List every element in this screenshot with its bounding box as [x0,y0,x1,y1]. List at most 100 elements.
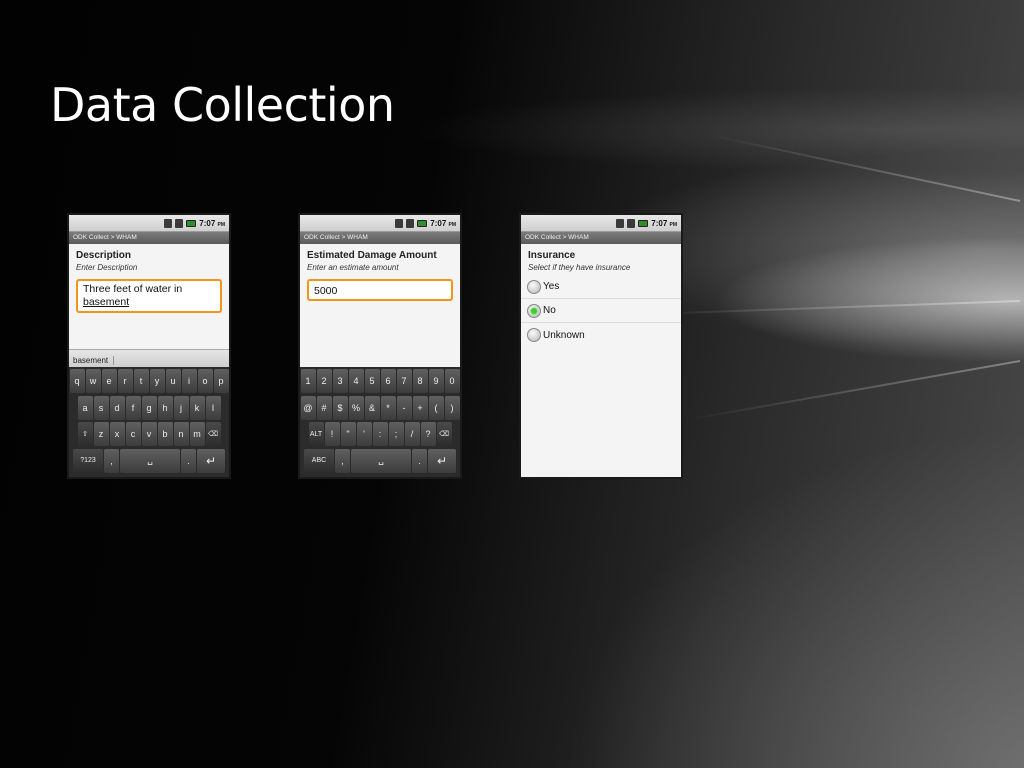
radio-button-icon[interactable] [527,279,541,294]
keyboard-key[interactable]: t [133,369,149,393]
keyboard-key[interactable]: n [173,422,189,446]
radio-option-label: Yes [543,281,560,292]
keyboard-key[interactable]: ↵ [428,448,456,473]
keyboard-key[interactable]: ␣ [120,448,180,473]
phone-screenshot-description: 7:07 PM ODK Collect > WHAM Description E… [67,213,231,479]
keyboard-key[interactable]: 2 [316,369,332,393]
keyboard-key[interactable]: 8 [412,369,428,393]
keyboard-key[interactable]: ⇧ [77,422,93,446]
keyboard-key[interactable]: ↵ [197,448,225,473]
question-hint: Enter Description [76,263,138,272]
keyboard-row: @ # $% & * - +() [300,395,460,421]
keyboard-key[interactable]: ␣ [351,448,411,473]
keyboard-key[interactable]: w [85,369,101,393]
keyboard-key[interactable]: . [181,448,196,473]
notification-icon [616,218,625,228]
keyboard-key[interactable]: x [109,422,125,446]
keyboard-key[interactable]: 9 [428,369,444,393]
soft-keyboard: 1234567890 @ # $% & * - +() ALT! " ':; /? ⌫ ABC, ␣.… [300,367,460,477]
keyboard-key[interactable]: u [165,369,181,393]
keyboard-key[interactable]: 7 [396,369,412,393]
signal-icon [627,218,636,228]
keyboard-key[interactable]: q [69,369,85,393]
status-bar: 7:07 PM [521,215,681,232]
keyboard-key[interactable]: ALT [308,422,324,446]
keyboard-key[interactable]: ' [356,422,372,446]
keyboard-key[interactable]: : [372,422,388,446]
keyboard-key[interactable]: ⌫ [205,422,221,446]
keyboard-key[interactable]: ; [388,422,404,446]
keyboard-key[interactable]: - [396,395,412,420]
keyboard-key[interactable]: ABC [304,448,334,473]
keyboard-key[interactable]: + [412,395,428,420]
app-title-bar: ODK Collect > WHAM [300,232,460,244]
notification-icon [164,218,173,228]
keyboard-key[interactable]: s [93,395,109,420]
keyboard-key[interactable]: a [77,395,93,420]
keyboard-key[interactable]: 6 [380,369,396,393]
radio-option-yes[interactable]: Yes [521,275,681,299]
answer-line: Three feet of water in [83,283,183,295]
notification-icon [395,218,404,228]
keyboard-row: ABC, ␣. ↵ [301,448,459,474]
keyboard-key[interactable]: $ [332,395,348,420]
keyboard-key[interactable]: d [109,395,125,420]
keyboard-key[interactable]: b [157,422,173,446]
keyboard-key[interactable]: * [380,395,396,420]
keyboard-key[interactable]: ) [444,395,460,420]
keyboard-key[interactable]: @ [300,395,316,420]
keyboard-row: ?123, ␣. ↵ [70,448,228,474]
radio-option-unknown[interactable]: Unknown [521,323,681,347]
keyboard-key[interactable]: y [149,369,165,393]
radio-button-icon[interactable] [527,303,541,318]
question-label: Estimated Damage Amount [307,250,437,261]
keyboard-row: ⇧ z x c v b n m ⌫ [70,422,228,447]
keyboard-key[interactable]: % [348,395,364,420]
keyboard-key[interactable]: g [141,395,157,420]
keyboard-key[interactable]: m [189,422,205,446]
keyboard-key[interactable]: 3 [332,369,348,393]
keyboard-key[interactable]: z [93,422,109,446]
keyboard-key[interactable]: p [213,369,229,393]
radio-button-icon[interactable] [527,328,541,342]
keyboard-key[interactable]: 1 [300,369,316,393]
keyboard-key[interactable]: ⌫ [436,422,452,446]
keyboard-key[interactable]: i [181,369,197,393]
keyboard-key[interactable]: 5 [364,369,380,393]
keyboard-key[interactable]: , [104,448,119,473]
keyboard-key[interactable]: 4 [348,369,364,393]
question-label: Description [76,250,132,261]
keyboard-key[interactable]: e [101,369,117,393]
keyboard-key[interactable]: h [157,395,173,420]
keyboard-key[interactable]: ?123 [73,448,103,473]
phone-screenshot-damage-amount: 7:07 PM ODK Collect > WHAM Estimated Dam… [298,213,462,479]
keyboard-key[interactable]: & [364,395,380,420]
slide-title: Data Collection [50,78,395,132]
suggestion-item[interactable]: basement [73,356,115,365]
keyboard-key[interactable]: ! [324,422,340,446]
keyboard-key[interactable]: ? [420,422,436,446]
description-input[interactable]: Three feet of water in basement [76,279,222,313]
keyboard-key[interactable]: k [189,395,205,420]
keyboard-key[interactable]: v [141,422,157,446]
keyboard-key[interactable]: f [125,395,141,420]
keyboard-key[interactable]: , [335,448,350,473]
damage-amount-input[interactable]: 5000 [307,279,453,301]
keyboard-key[interactable]: c [125,422,141,446]
keyboard-key[interactable]: o [197,369,213,393]
keyboard-key[interactable]: r [117,369,133,393]
keyboard-key[interactable]: " [340,422,356,446]
status-time: 7:07 PM [651,218,677,228]
status-time: 7:07 PM [199,218,225,228]
keyboard-key[interactable]: # [316,395,332,420]
question-label: Insurance [528,250,576,261]
radio-option-no[interactable]: No [521,299,681,323]
question-hint: Enter an estimate amount [307,263,399,272]
keyboard-key[interactable]: / [404,422,420,446]
keyboard-key[interactable]: j [173,395,189,420]
keyboard-key[interactable]: ( [428,395,444,420]
keyboard-key[interactable]: l [205,395,221,420]
keyboard-key[interactable]: . [412,448,427,473]
battery-icon [638,219,649,227]
keyboard-key[interactable]: 0 [444,369,460,393]
